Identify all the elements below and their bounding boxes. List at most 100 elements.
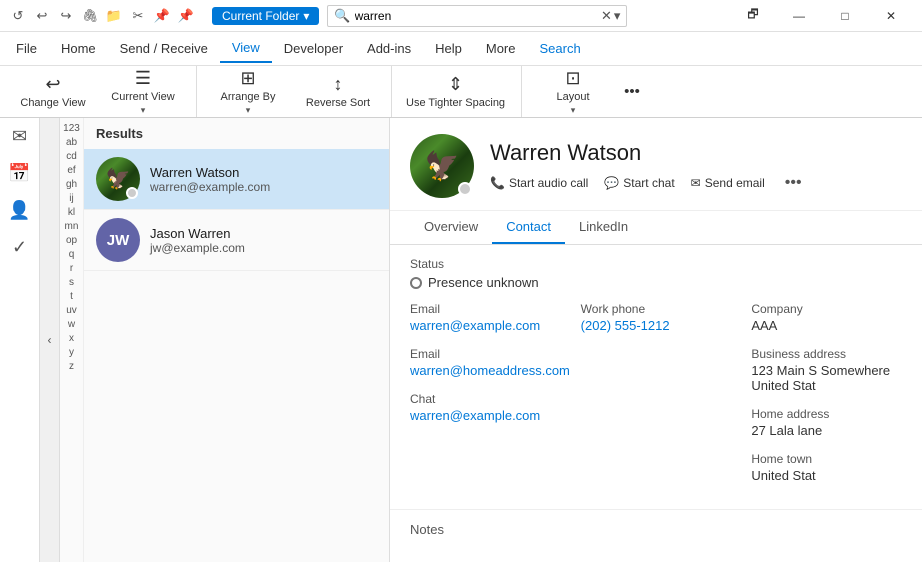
contact-item-jason-warren[interactable]: JW Jason Warren jw@example.com — [84, 210, 389, 271]
tasks-icon[interactable]: ✓ — [12, 237, 27, 258]
redo-btn[interactable]: ↪ — [56, 6, 76, 26]
alpha-y[interactable]: y — [69, 346, 74, 360]
reverse-sort-btn[interactable]: ↕ Reverse Sort — [293, 70, 383, 114]
sidebar: ‹ 123 ab cd ef gh ij kl mn op q r s t uv… — [40, 118, 390, 562]
menu-view[interactable]: View — [220, 34, 272, 63]
collapse-bar[interactable]: ‹ — [40, 118, 60, 562]
folder-label: Current Folder — [222, 9, 299, 23]
current-folder-dropdown[interactable]: Current Folder ▾ — [212, 7, 319, 25]
alpha-cd[interactable]: cd — [66, 150, 77, 164]
more-actions-btn[interactable]: ••• — [785, 174, 802, 192]
more-toolbar-btn[interactable]: ••• — [618, 70, 646, 114]
menu-send-receive[interactable]: Send / Receive — [108, 35, 220, 62]
details-grid: Email warren@example.com Email warren@ho… — [410, 302, 902, 497]
contact-header: Warren Watson 📞 Start audio call 💬 Start… — [390, 118, 922, 211]
menu-file[interactable]: File — [4, 35, 49, 62]
alpha-w[interactable]: w — [68, 318, 75, 332]
results-title: Results — [84, 118, 389, 149]
alpha-123[interactable]: 123 — [63, 122, 80, 136]
cut-btn[interactable]: ✂ — [128, 6, 148, 26]
change-view-label: Change View — [20, 97, 85, 109]
results-panel: Results Warren Watson warren@example.com… — [84, 118, 390, 562]
audio-call-btn[interactable]: 📞 Start audio call — [490, 176, 588, 190]
company-value: AAA — [751, 318, 777, 333]
alpha-r[interactable]: r — [70, 262, 73, 276]
alpha-op[interactable]: op — [66, 234, 77, 248]
send-email-btn[interactable]: ✉ Send email — [691, 176, 765, 190]
work-phone-value[interactable]: (202) 555-1212 — [581, 318, 732, 333]
pin2-btn[interactable]: 📌 — [176, 6, 196, 26]
pin1-btn[interactable]: 📌 — [152, 6, 172, 26]
tighter-spacing-label: Use Tighter Spacing — [406, 97, 505, 109]
contact-list: Warren Watson warren@example.com JW Jaso… — [84, 149, 389, 562]
contact-tabs: Overview Contact LinkedIn — [390, 211, 922, 245]
presence-text: Presence unknown — [428, 275, 539, 290]
tab-overview[interactable]: Overview — [410, 211, 492, 244]
alpha-mn[interactable]: mn — [65, 220, 79, 234]
work-phone-label: Work phone — [581, 302, 732, 316]
clip-btn[interactable]: 🖇 — [80, 6, 100, 26]
menu-home[interactable]: Home — [49, 35, 108, 62]
chat-field: Chat warren@example.com — [410, 392, 561, 423]
alpha-t[interactable]: t — [70, 290, 73, 304]
alpha-ij[interactable]: ij — [69, 192, 73, 206]
refresh-btn[interactable]: ↺ — [8, 6, 28, 26]
people-icon[interactable]: 👤 — [8, 200, 30, 221]
alpha-gh[interactable]: gh — [66, 178, 77, 192]
alpha-ab[interactable]: ab — [66, 136, 77, 150]
tab-contact[interactable]: Contact — [492, 211, 565, 244]
start-chat-btn[interactable]: 💬 Start chat — [604, 176, 674, 190]
restore-window-btn[interactable]: 🗗 — [730, 0, 776, 32]
menu-more[interactable]: More — [474, 35, 528, 62]
menu-add-ins[interactable]: Add-ins — [355, 35, 423, 62]
chat-value[interactable]: warren@example.com — [410, 408, 561, 423]
calendar-icon[interactable]: 📅 — [8, 163, 30, 184]
email2-value[interactable]: warren@homeaddress.com — [410, 363, 561, 378]
alpha-x[interactable]: x — [69, 332, 74, 346]
search-input[interactable] — [355, 9, 601, 23]
folder-btn[interactable]: 📁 — [104, 6, 124, 26]
title-bar: ↺ ↩ ↪ 🖇 📁 ✂ 📌 📌 Current Folder ▾ 🔍 ✕ ▾ 🗗… — [0, 0, 922, 32]
current-view-chevron: ▾ — [141, 105, 146, 116]
email1-value[interactable]: warren@example.com — [410, 318, 561, 333]
layout-icon: ⊡ — [566, 68, 581, 89]
alpha-uv[interactable]: uv — [66, 304, 77, 318]
search-bar[interactable]: 🔍 ✕ ▾ — [327, 5, 627, 27]
arrange-by-btn[interactable]: ⊞ Arrange By ▾ — [203, 70, 293, 114]
tab-linkedin[interactable]: LinkedIn — [565, 211, 642, 244]
left-icon-bar: ✉ 📅 👤 ✓ — [0, 118, 40, 562]
layout-btn[interactable]: ⊡ Layout ▾ — [528, 70, 618, 114]
alpha-z[interactable]: z — [69, 360, 74, 374]
details-col-middle: Work phone (202) 555-1212 — [581, 302, 732, 497]
alpha-kl[interactable]: kl — [68, 206, 75, 220]
menu-search[interactable]: Search — [527, 35, 592, 62]
home-addr-field: Home address 27 Lala lane — [751, 407, 902, 438]
alpha-s[interactable]: s — [69, 276, 74, 290]
maximize-window-btn[interactable]: □ — [822, 0, 868, 32]
warren-presence — [126, 187, 138, 199]
spacing-group: ⇕ Use Tighter Spacing — [398, 66, 522, 117]
presence-row: Presence unknown — [410, 275, 902, 290]
menu-help[interactable]: Help — [423, 35, 474, 62]
contact-item-warren-watson[interactable]: Warren Watson warren@example.com — [84, 149, 389, 210]
current-view-btn[interactable]: ☰ Current View ▾ — [98, 70, 188, 114]
company-field: Company AAA — [751, 302, 902, 333]
search-clear-icon[interactable]: ✕ — [601, 8, 612, 24]
tighter-spacing-btn[interactable]: ⇕ Use Tighter Spacing — [398, 70, 513, 114]
alpha-ef[interactable]: ef — [67, 164, 75, 178]
spacing-icon: ⇕ — [448, 74, 463, 95]
change-view-btn[interactable]: ↩ Change View — [8, 70, 98, 114]
close-window-btn[interactable]: ✕ — [868, 0, 914, 32]
minimize-window-btn[interactable]: — — [776, 0, 822, 32]
undo-btn[interactable]: ↩ — [32, 6, 52, 26]
home-town-field: Home town United Stat — [751, 452, 902, 483]
search-dropdown-icon[interactable]: ▾ — [614, 8, 621, 24]
alpha-q[interactable]: q — [69, 248, 75, 262]
reverse-sort-icon: ↕ — [334, 74, 343, 95]
menu-developer[interactable]: Developer — [272, 35, 355, 62]
layout-group: ⊡ Layout ▾ ••• — [528, 66, 654, 117]
mail-icon[interactable]: ✉ — [12, 126, 27, 147]
business-addr-line3: United Stat — [751, 378, 815, 393]
jason-email: jw@example.com — [150, 241, 245, 255]
home-addr-label: Home address — [751, 407, 902, 421]
